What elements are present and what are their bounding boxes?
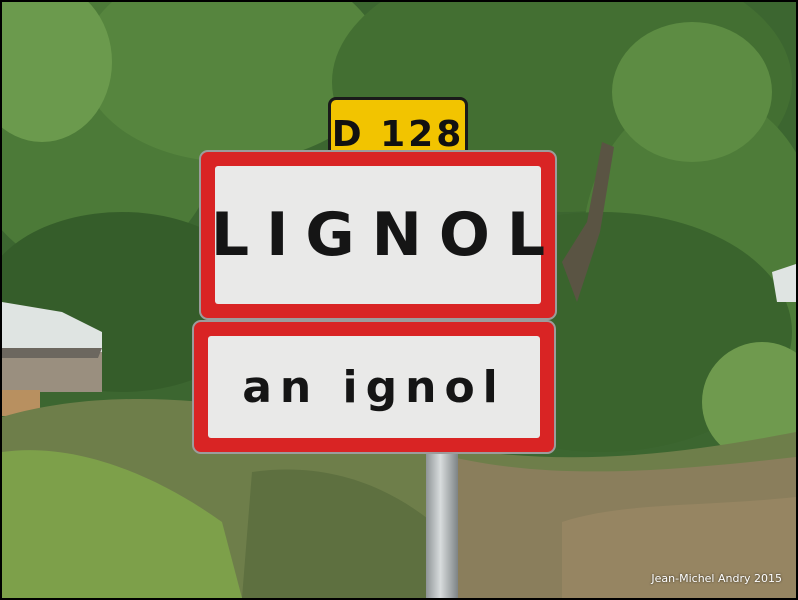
road-number-text: D 128 — [331, 113, 465, 155]
photo-frame: D 128 LIGNOL an ignol Jean-Michel Andry … — [0, 0, 798, 600]
town-name-sign: LIGNOL — [199, 150, 557, 320]
breton-name-sign: an ignol — [192, 320, 556, 454]
town-name-panel: LIGNOL — [211, 166, 545, 304]
town-name-text: LIGNOL — [210, 200, 563, 270]
breton-name-text: an ignol — [242, 361, 506, 413]
photo-credit: Jean-Michel Andry 2015 — [651, 572, 782, 585]
breton-name-panel: an ignol — [208, 336, 540, 438]
